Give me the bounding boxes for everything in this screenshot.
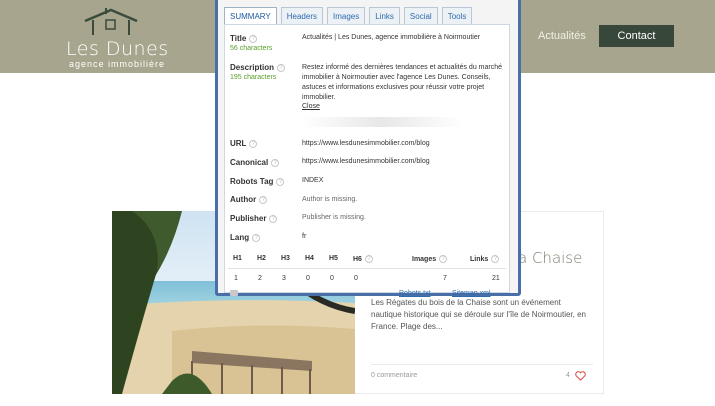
help-icon[interactable]: ? bbox=[276, 177, 285, 186]
title-label: Title? bbox=[230, 34, 258, 43]
robots-tag-label: Robots Tag? bbox=[230, 177, 285, 186]
table-divider bbox=[228, 268, 506, 269]
article-excerpt: Les Régates du bois de la Chaise sont un… bbox=[371, 298, 586, 331]
tab-social[interactable]: Social bbox=[403, 7, 438, 24]
robots-txt-link[interactable]: Robots.txt bbox=[399, 290, 431, 297]
tab-links[interactable]: Links bbox=[369, 7, 400, 24]
url-value: https://www.lesdunesimmobilier.com/blog bbox=[302, 140, 430, 147]
h6-count: 0 bbox=[354, 275, 358, 282]
logo-tagline: agence immobilière bbox=[69, 59, 166, 69]
lang-value: fr bbox=[302, 233, 307, 240]
blurred-text bbox=[302, 117, 462, 127]
publisher-label: Publisher? bbox=[230, 214, 278, 223]
help-icon[interactable]: ? bbox=[277, 63, 286, 72]
help-icon[interactable]: ? bbox=[249, 139, 258, 148]
h5-header: H5 bbox=[329, 255, 338, 262]
tab-summary[interactable]: SUMMARY bbox=[224, 7, 277, 25]
publisher-value: Publisher is missing. bbox=[302, 214, 366, 221]
description-value: Restez informé des dernières tendances e… bbox=[302, 64, 502, 101]
canonical-label: Canonical? bbox=[230, 158, 280, 167]
like-count: 4 bbox=[566, 372, 570, 379]
contact-button[interactable]: Contact bbox=[599, 25, 674, 47]
robots-tag-value: INDEX bbox=[302, 177, 324, 184]
h2-count: 2 bbox=[258, 275, 262, 282]
help-icon[interactable]: ? bbox=[491, 255, 500, 263]
h1-header: H1 bbox=[233, 255, 242, 262]
author-label: Author? bbox=[230, 195, 268, 204]
h2-header: H2 bbox=[257, 255, 266, 262]
images-header: Images? bbox=[412, 255, 448, 263]
help-icon[interactable]: ? bbox=[271, 158, 280, 167]
tab-tools[interactable]: Tools bbox=[441, 7, 473, 24]
house-logo-icon bbox=[84, 8, 138, 35]
h6-header: H6? bbox=[353, 255, 373, 263]
author-value: Author is missing. bbox=[302, 196, 358, 203]
title-char-count: 56 characters bbox=[230, 45, 273, 52]
help-icon[interactable]: ? bbox=[439, 255, 448, 263]
description-char-count: 195 characters bbox=[230, 74, 277, 81]
help-icon[interactable]: ? bbox=[269, 214, 278, 223]
url-label: URL? bbox=[230, 139, 258, 148]
h4-count: 0 bbox=[306, 275, 310, 282]
heart-icon[interactable] bbox=[575, 371, 586, 381]
h1-count: 1 bbox=[234, 275, 238, 282]
seo-tabs: SUMMARY Headers Images Links Social Tool… bbox=[224, 7, 473, 25]
site-logo[interactable]: Les Dunes agence immobilière bbox=[64, 6, 168, 69]
help-icon[interactable]: ? bbox=[364, 255, 373, 263]
links-header: Links? bbox=[470, 255, 500, 263]
logo-name: Les Dunes bbox=[66, 38, 169, 60]
h3-header: H3 bbox=[281, 255, 290, 262]
canonical-value: https://www.lesdunesimmobilier.com/blog bbox=[302, 158, 430, 165]
comments-link[interactable]: 0 commentaire bbox=[371, 372, 417, 379]
images-count: 7 bbox=[443, 275, 447, 282]
nav-actualites[interactable]: Actualités bbox=[538, 30, 586, 42]
h5-count: 0 bbox=[330, 275, 334, 282]
article-title[interactable]: a Chaise bbox=[518, 249, 582, 267]
help-icon[interactable]: ? bbox=[252, 233, 261, 242]
sitemap-xml-link[interactable]: Sitemap.xml bbox=[452, 290, 491, 297]
title-value: Actualités | Les Dunes, agence immobiliè… bbox=[302, 34, 481, 41]
tab-images[interactable]: Images bbox=[327, 7, 366, 24]
links-count: 21 bbox=[492, 275, 500, 282]
tab-headers[interactable]: Headers bbox=[280, 7, 323, 24]
h3-count: 3 bbox=[282, 275, 286, 282]
help-icon[interactable]: ? bbox=[259, 195, 268, 204]
lang-label: Lang? bbox=[230, 233, 261, 242]
help-icon[interactable]: ? bbox=[249, 34, 258, 43]
article-divider bbox=[371, 364, 593, 365]
description-label: Description? bbox=[230, 63, 286, 72]
description-close-link[interactable]: Close bbox=[302, 103, 320, 110]
h4-header: H4 bbox=[305, 255, 314, 262]
settings-icon[interactable] bbox=[230, 290, 238, 296]
